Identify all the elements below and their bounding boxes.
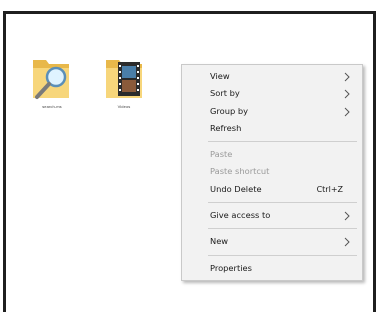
menu-item-label: Properties — [210, 262, 252, 273]
menu-item-label: Undo Delete — [210, 183, 262, 194]
menu-separator — [208, 254, 357, 256]
menu-item-refresh[interactable]: Refresh — [182, 120, 362, 137]
menu-item-label: New — [210, 236, 229, 247]
menu-item-shortcut: Ctrl+Z — [316, 184, 343, 194]
desktop-area[interactable]: search-ms Videos View Sort by Group by R… — [3, 11, 376, 312]
chevron-right-icon — [344, 68, 352, 85]
menu-item-label: Refresh — [210, 122, 242, 133]
chevron-right-icon — [344, 233, 352, 250]
menu-item-label: Give access to — [210, 210, 271, 221]
menu-item-paste: Paste — [182, 146, 362, 163]
menu-item-label: View — [210, 71, 230, 81]
menu-item-label: Group by — [210, 105, 249, 116]
menu-item-paste-shortcut: Paste shortcut — [182, 163, 362, 180]
desktop-icon-label: search-ms — [42, 104, 62, 109]
menu-item-sort-by[interactable]: Sort by — [182, 85, 362, 102]
menu-item-new[interactable]: New — [182, 233, 362, 250]
menu-separator — [208, 141, 357, 143]
context-menu: View Sort by Group by Refresh Paste Past… — [181, 64, 363, 281]
search-folder-icon — [33, 60, 69, 99]
chevron-right-icon — [344, 85, 352, 102]
menu-item-view[interactable]: View — [182, 68, 362, 85]
chevron-right-icon — [344, 207, 352, 224]
desktop-icon-label: Videos — [117, 104, 131, 109]
desktop-icon-videos[interactable]: Videos — [98, 50, 150, 109]
menu-separator — [208, 202, 357, 204]
menu-item-label: Paste shortcut — [210, 166, 270, 177]
menu-separator — [208, 228, 357, 230]
menu-item-label: Sort by — [210, 88, 240, 99]
menu-item-group-by[interactable]: Group by — [182, 103, 362, 120]
desktop-icon-search[interactable]: search-ms — [26, 50, 78, 109]
chevron-right-icon — [344, 103, 352, 120]
menu-item-give-access-to[interactable]: Give access to — [182, 207, 362, 224]
menu-item-label: Paste — [210, 149, 233, 160]
videos-folder-icon — [106, 60, 142, 98]
menu-item-undo-delete[interactable]: Undo Delete Ctrl+Z — [182, 181, 362, 198]
menu-item-properties[interactable]: Properties — [182, 260, 362, 277]
